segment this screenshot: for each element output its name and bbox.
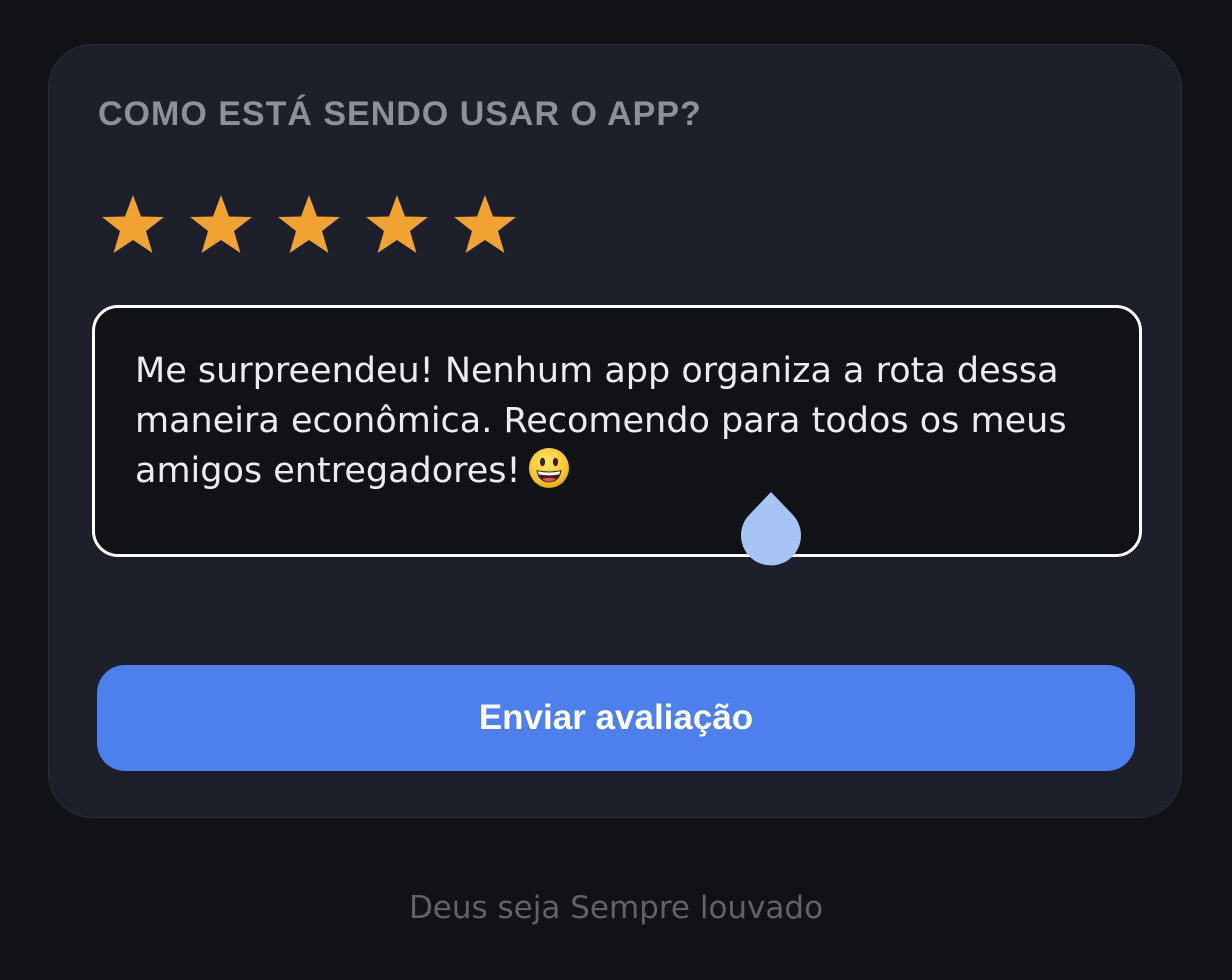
star-4-icon[interactable] xyxy=(363,191,431,259)
review-text-content: Me surpreendeu! Nenhum app organiza a ro… xyxy=(135,346,1099,496)
text-cursor-handle[interactable] xyxy=(740,492,802,566)
review-text: Me surpreendeu! Nenhum app organiza a ro… xyxy=(135,351,1067,491)
review-text-field[interactable]: Me surpreendeu! Nenhum app organiza a ro… xyxy=(92,305,1142,566)
grinning-face-emoji-icon xyxy=(527,446,571,490)
star-3-icon[interactable] xyxy=(275,191,343,259)
star-rating[interactable] xyxy=(99,191,519,259)
star-5-icon[interactable] xyxy=(451,191,519,259)
footer-text: Deus seja Sempre louvado xyxy=(408,890,824,926)
rating-question: COMO ESTÁ SENDO USAR O APP? xyxy=(98,95,702,133)
rating-card: COMO ESTÁ SENDO USAR O APP? Me surpreend… xyxy=(48,44,1182,818)
submit-rating-button[interactable]: Enviar avaliação xyxy=(97,665,1135,771)
star-1-icon[interactable] xyxy=(99,191,167,259)
star-2-icon[interactable] xyxy=(187,191,255,259)
